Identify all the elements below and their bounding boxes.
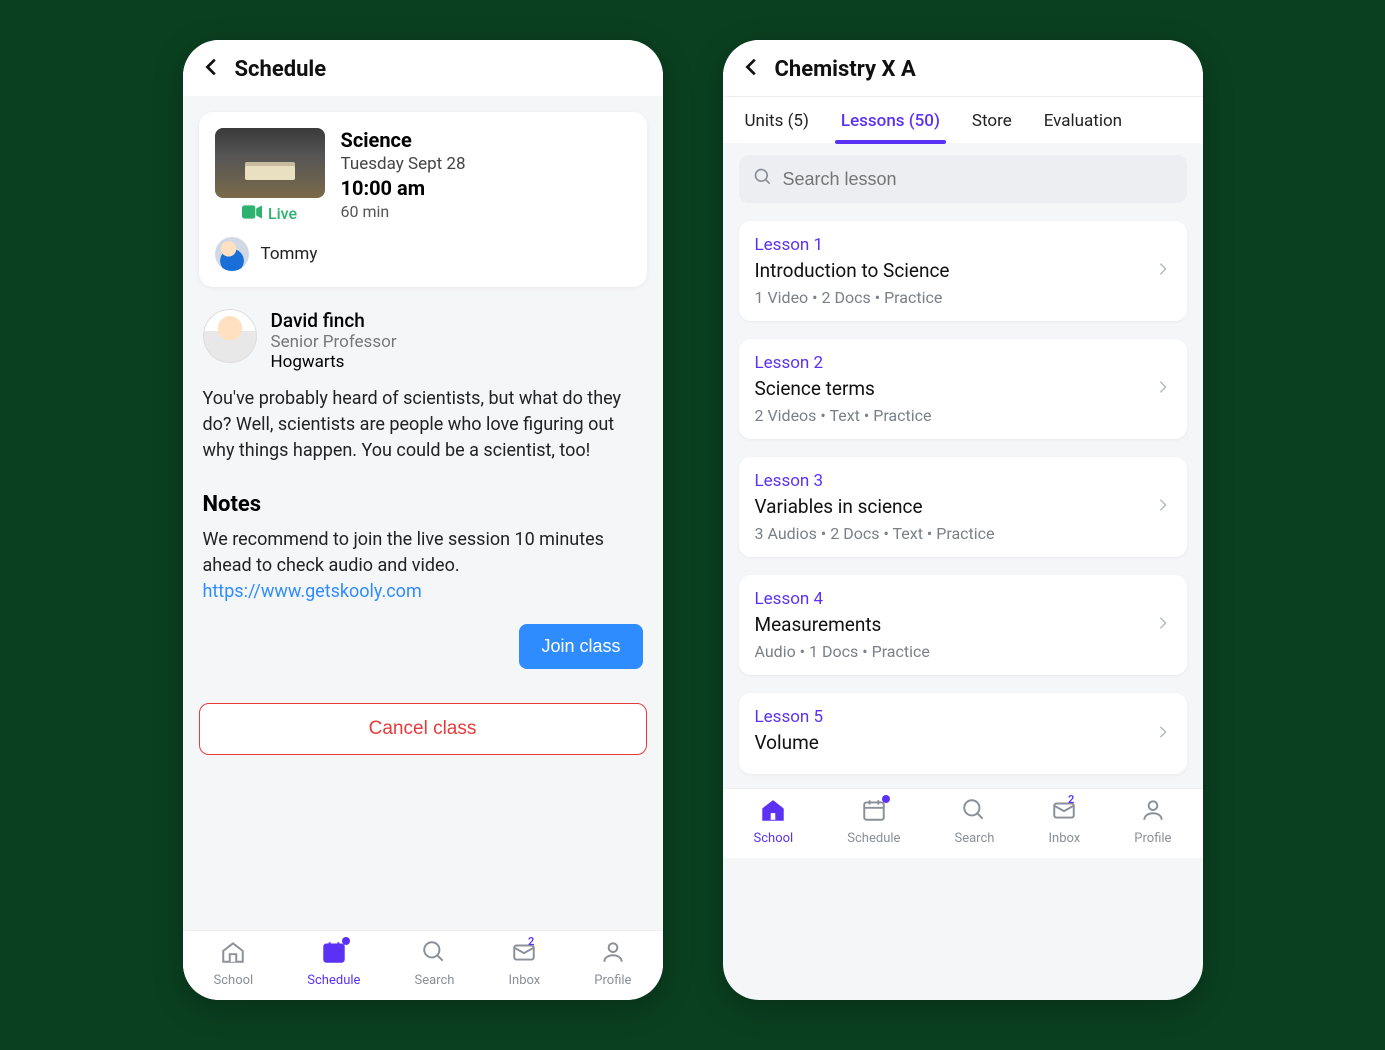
nav-label: Schedule xyxy=(847,831,900,846)
nav-search[interactable]: Search xyxy=(414,939,454,988)
instructor-name: David finch xyxy=(271,309,397,332)
nav-search[interactable]: Search xyxy=(954,797,994,846)
lesson-meta: Audio • 1 Docs • Practice xyxy=(755,642,930,661)
back-icon[interactable] xyxy=(741,56,763,82)
lesson-item[interactable]: Lesson 5 Volume xyxy=(739,693,1187,774)
search-input[interactable] xyxy=(783,169,1173,190)
nav-school[interactable]: School xyxy=(754,797,794,846)
back-icon[interactable] xyxy=(201,56,223,82)
lesson-item[interactable]: Lesson 4 Measurements Audio • 1 Docs • P… xyxy=(739,575,1187,675)
lesson-number: Lesson 1 xyxy=(755,235,950,255)
lesson-number: Lesson 3 xyxy=(755,471,995,491)
nav-inbox[interactable]: Inbox2 xyxy=(1048,797,1080,846)
class-subject: Science xyxy=(341,128,631,152)
topbar: Chemistry X A xyxy=(723,40,1203,96)
tab-evaluation[interactable]: Evaluation xyxy=(1042,97,1124,143)
chevron-right-icon xyxy=(1155,497,1171,517)
notes-heading: Notes xyxy=(199,492,647,517)
tab-bar: Units (5) Lessons (50) Store Evaluation xyxy=(723,96,1203,143)
nav-schedule[interactable]: Schedule xyxy=(847,797,900,846)
school-icon xyxy=(220,939,246,969)
profile-icon xyxy=(600,939,626,969)
chevron-right-icon xyxy=(1155,261,1171,281)
nav-label: Profile xyxy=(1134,831,1171,846)
bottom-nav-right: School Schedule Search Inbox2 Profile xyxy=(723,788,1203,858)
search-icon xyxy=(961,797,987,827)
instructor-avatar xyxy=(203,309,257,363)
lesson-title: Introduction to Science xyxy=(755,259,950,282)
notes-text: We recommend to join the live session 10… xyxy=(203,529,604,576)
chevron-right-icon xyxy=(1155,379,1171,399)
lesson-title: Volume xyxy=(755,731,824,754)
join-class-button[interactable]: Join class xyxy=(519,624,642,669)
phone-schedule: Schedule Live Science Tuesday Sept 28 1 xyxy=(183,40,663,1000)
nav-label: School xyxy=(754,831,794,846)
student-avatar xyxy=(215,237,249,271)
live-badge: Live xyxy=(242,204,297,223)
class-description: You've probably heard of scientists, but… xyxy=(199,386,647,464)
lesson-item[interactable]: Lesson 2 Science terms 2 Videos • Text •… xyxy=(739,339,1187,439)
lessons-list: Lesson 1 Introduction to Science 1 Video… xyxy=(723,207,1203,788)
class-thumbnail xyxy=(215,128,325,198)
nav-profile[interactable]: Profile xyxy=(594,939,631,988)
profile-icon xyxy=(1140,797,1166,827)
tab-lessons-[interactable]: Lessons (50) xyxy=(839,97,942,143)
instructor-block: David finch Senior Professor Hogwarts xyxy=(199,309,647,372)
lesson-number: Lesson 5 xyxy=(755,707,824,727)
nav-label: Inbox xyxy=(1048,831,1080,846)
lesson-meta: 2 Videos • Text • Practice xyxy=(755,406,932,425)
nav-label: Profile xyxy=(594,973,631,988)
bottom-nav-left: School Schedule Search Inbox2 Profile xyxy=(183,930,663,1000)
tab-store[interactable]: Store xyxy=(970,97,1014,143)
class-time: 10:00 am xyxy=(341,176,631,200)
nav-schedule[interactable]: Schedule xyxy=(307,939,360,988)
body: Live Science Tuesday Sept 28 10:00 am 60… xyxy=(183,96,663,930)
nav-label: Search xyxy=(414,973,454,988)
search-icon xyxy=(753,167,773,191)
nav-profile[interactable]: Profile xyxy=(1134,797,1171,846)
notification-dot xyxy=(882,795,890,803)
inbox-badge: 2 xyxy=(1068,793,1074,806)
lesson-item[interactable]: Lesson 3 Variables in science 3 Audios •… xyxy=(739,457,1187,557)
tab-units-[interactable]: Units (5) xyxy=(743,97,811,143)
lesson-title: Measurements xyxy=(755,613,930,636)
lesson-title: Variables in science xyxy=(755,495,995,518)
lesson-title: Science terms xyxy=(755,377,932,400)
nav-label: School xyxy=(214,973,254,988)
cancel-class-button[interactable]: Cancel class xyxy=(199,703,647,755)
lesson-number: Lesson 2 xyxy=(755,353,932,373)
class-duration: 60 min xyxy=(341,202,631,221)
inbox-badge: 2 xyxy=(528,935,534,948)
nav-label: Search xyxy=(954,831,994,846)
nav-label: Inbox xyxy=(508,973,540,988)
chevron-right-icon xyxy=(1155,615,1171,635)
phone-lessons: Chemistry X A Units (5) Lessons (50) Store… xyxy=(723,40,1203,1000)
nav-label: Schedule xyxy=(307,973,360,988)
topbar: Schedule xyxy=(183,40,663,96)
search-field[interactable] xyxy=(739,155,1187,203)
lesson-meta: 1 Video • 2 Docs • Practice xyxy=(755,288,950,307)
nav-school[interactable]: School xyxy=(214,939,254,988)
class-date: Tuesday Sept 28 xyxy=(341,154,631,174)
lesson-meta: 3 Audios • 2 Docs • Text • Practice xyxy=(755,524,995,543)
video-icon xyxy=(242,204,262,223)
lesson-number: Lesson 4 xyxy=(755,589,930,609)
class-card: Live Science Tuesday Sept 28 10:00 am 60… xyxy=(199,112,647,287)
search-icon xyxy=(421,939,447,969)
school-icon xyxy=(760,797,786,827)
chevron-right-icon xyxy=(1155,724,1171,744)
instructor-org: Hogwarts xyxy=(271,352,397,372)
page-title: Chemistry X A xyxy=(775,57,916,82)
student-name: Tommy xyxy=(261,244,318,264)
live-label: Live xyxy=(268,204,297,223)
instructor-role: Senior Professor xyxy=(271,332,397,352)
nav-inbox[interactable]: Inbox2 xyxy=(508,939,540,988)
lesson-item[interactable]: Lesson 1 Introduction to Science 1 Video… xyxy=(739,221,1187,321)
notes-link[interactable]: https://www.getskooly.com xyxy=(203,581,422,602)
notes-body: We recommend to join the live session 10… xyxy=(199,527,647,605)
page-title: Schedule xyxy=(235,57,327,82)
notification-dot xyxy=(342,937,350,945)
